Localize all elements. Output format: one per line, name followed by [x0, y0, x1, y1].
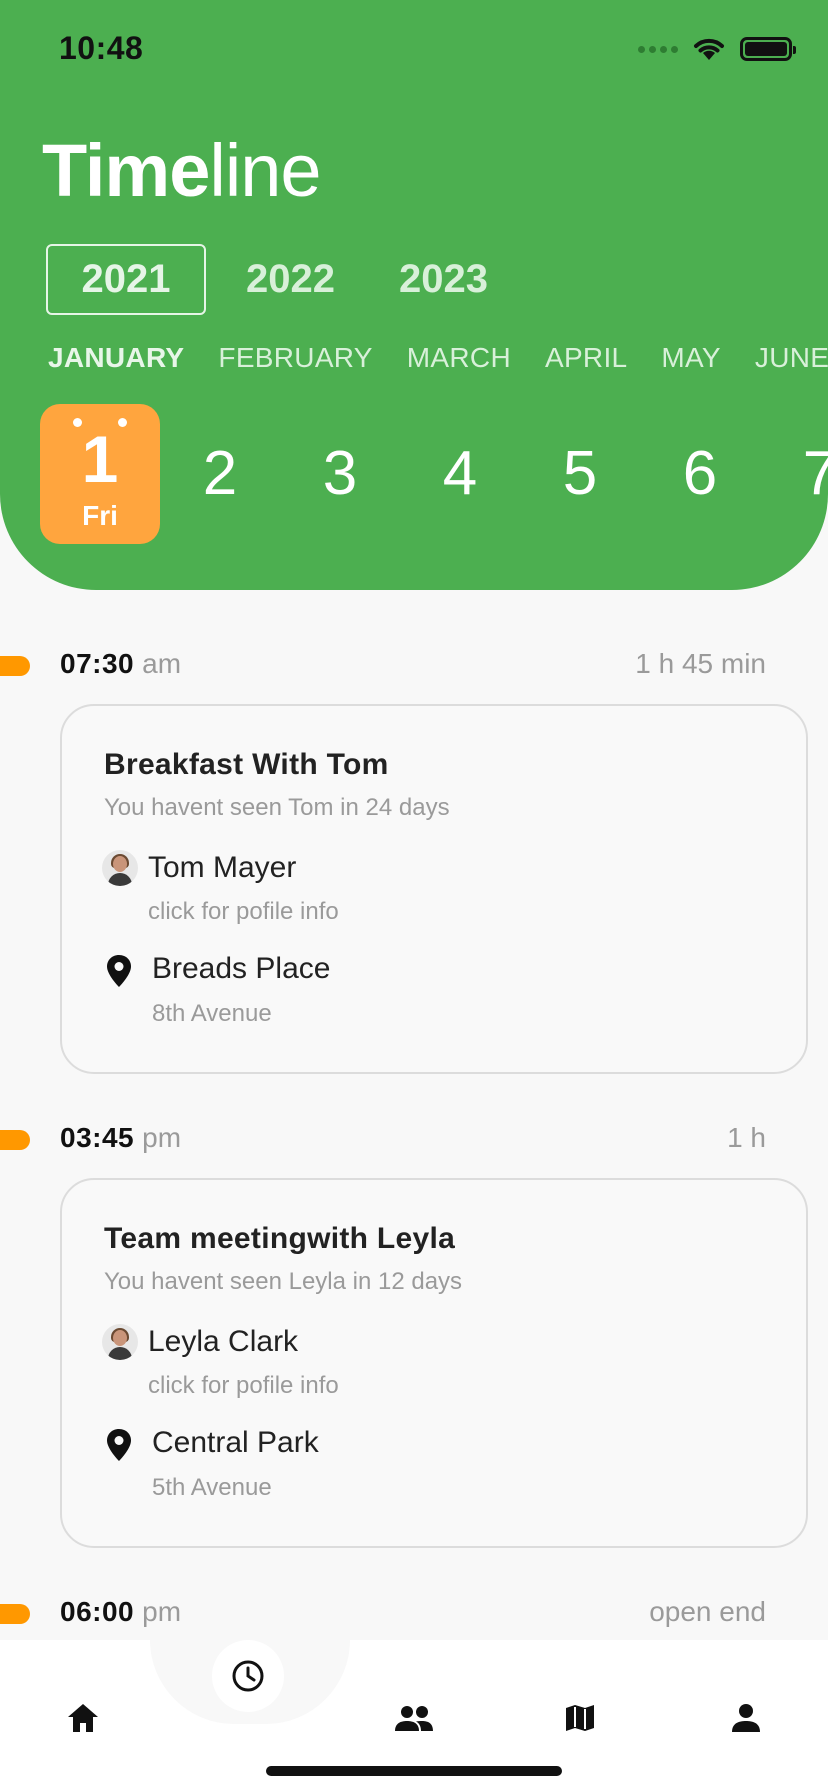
month-april[interactable]: APRIL: [545, 342, 627, 374]
event-duration: open end: [649, 1596, 766, 1627]
person-icon: [732, 1704, 760, 1732]
event-time: 07:30: [60, 648, 135, 679]
day-number: 7: [802, 439, 828, 508]
place-street: 8th Avenue: [152, 1000, 272, 1027]
person-row[interactable]: Leyla Clark: [102, 1324, 298, 1360]
time-row: 03:45 pm 1 h: [60, 1122, 766, 1154]
day-selector: 1 Fri 2 3 4 5 6 7: [40, 404, 828, 544]
location-pin-icon: [107, 1429, 131, 1461]
status-icons: [638, 36, 796, 62]
status-time: 10:48: [59, 30, 144, 66]
timeline-marker: [0, 656, 30, 676]
home-icon: [68, 1704, 98, 1732]
dot-icon: [73, 418, 82, 427]
avatar: [102, 850, 138, 886]
event-time: 06:00: [60, 1596, 135, 1627]
day-number: 3: [322, 439, 358, 508]
day-of-week: Fri: [82, 500, 118, 531]
timeline-marker: [0, 1130, 30, 1150]
wifi-icon: [694, 38, 724, 60]
event-ampm: pm: [142, 1596, 182, 1627]
people-icon: [395, 1706, 433, 1731]
place-name: Central Park: [152, 1426, 319, 1459]
year-selector: 2021 2022 2023: [46, 244, 512, 315]
year-2021[interactable]: 2021: [46, 244, 206, 315]
time-row: 07:30 am 1 h 45 min: [60, 648, 766, 680]
day-number: 2: [202, 439, 238, 508]
month-january[interactable]: JANUARY: [48, 342, 184, 374]
event-title: Breakfast With Tom: [104, 748, 389, 781]
time-row: 06:00 pm open end: [60, 1596, 766, 1628]
nav-timeline-button[interactable]: [212, 1640, 284, 1712]
event-card[interactable]: Team meetingwith Leyla You havent seen L…: [60, 1178, 808, 1548]
event-ampm: am: [142, 648, 182, 679]
event-card[interactable]: Breakfast With Tom You havent seen Tom i…: [60, 704, 808, 1074]
profile-link[interactable]: click for pofile info: [148, 898, 339, 926]
profile-link[interactable]: click for pofile info: [148, 1372, 339, 1400]
day-1[interactable]: 1 Fri: [40, 404, 160, 544]
day-number: 4: [442, 439, 478, 508]
event-time: 03:45: [60, 1122, 135, 1153]
event-subtitle: You havent seen Tom in 24 days: [104, 794, 450, 821]
event-title: Team meetingwith Leyla: [104, 1222, 456, 1255]
nav-profile-button[interactable]: [726, 1698, 766, 1738]
day-7[interactable]: 7: [760, 404, 828, 544]
map-icon: [566, 1705, 594, 1731]
place-name: Breads Place: [152, 952, 331, 985]
year-2022[interactable]: 2022: [222, 244, 359, 315]
event-duration: 1 h 45 min: [635, 648, 766, 679]
day-5[interactable]: 5: [520, 404, 640, 544]
home-indicator: [266, 1766, 562, 1776]
signal-icon: [638, 45, 678, 53]
day-number: 6: [682, 439, 718, 508]
day-2[interactable]: 2: [160, 404, 280, 544]
event-duration: 1 h: [727, 1122, 766, 1153]
day-number: 1: [81, 422, 119, 496]
day-3[interactable]: 3: [280, 404, 400, 544]
month-march[interactable]: MARCH: [407, 342, 511, 374]
day-4[interactable]: 4: [400, 404, 520, 544]
person-name: Tom Mayer: [148, 851, 297, 884]
event-subtitle: You havent seen Leyla in 12 days: [104, 1268, 463, 1295]
location-pin-icon: [107, 955, 131, 987]
avatar: [102, 1324, 138, 1360]
month-may[interactable]: MAY: [661, 342, 721, 374]
nav-map-button[interactable]: [560, 1698, 600, 1738]
event-ampm: pm: [142, 1122, 182, 1153]
header: 10:48 Timeline 2021 2022 2023 JANUARY FE…: [0, 0, 828, 590]
clock-icon: [232, 1660, 264, 1692]
page-title: Timeline: [42, 129, 322, 212]
person-row[interactable]: Tom Mayer: [102, 850, 296, 886]
nav-people-button[interactable]: [394, 1698, 434, 1738]
month-june[interactable]: JUNE: [755, 342, 828, 374]
battery-icon: [740, 37, 796, 61]
day-number: 5: [562, 439, 598, 508]
month-selector: JANUARY FEBRUARY MARCH APRIL MAY JUNE: [48, 342, 828, 374]
timeline-marker: [0, 1604, 30, 1624]
place-street: 5th Avenue: [152, 1474, 272, 1501]
year-2023[interactable]: 2023: [375, 244, 512, 315]
nav-home-button[interactable]: [63, 1698, 103, 1738]
person-name: Leyla Clark: [148, 1325, 299, 1358]
dot-icon: [118, 418, 127, 427]
day-6[interactable]: 6: [640, 404, 760, 544]
month-february[interactable]: FEBRUARY: [218, 342, 372, 374]
